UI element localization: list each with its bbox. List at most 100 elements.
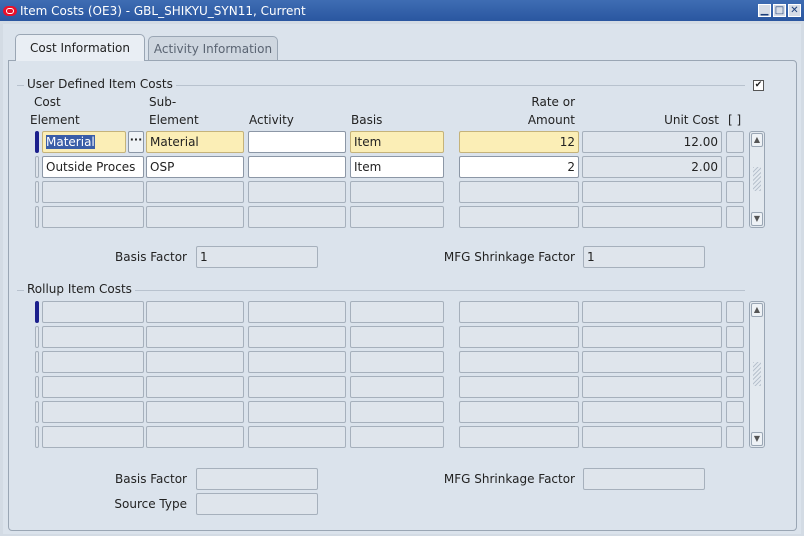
rollup-sub-element-field (146, 376, 244, 398)
rate-amount-field[interactable]: 12 (459, 131, 579, 153)
rollup-basis-factor-label: Basis Factor (115, 472, 187, 486)
header-sub-element-1: Sub- (149, 95, 177, 109)
lov-ellipsis-button[interactable]: ··· (128, 131, 144, 153)
rollup-flag-field (726, 326, 744, 348)
rollup-flag-field (726, 376, 744, 398)
tab-cost-information[interactable]: Cost Information (15, 34, 145, 61)
scroll-grip-icon[interactable] (753, 167, 761, 191)
header-activity: Activity (249, 113, 294, 127)
scroll-down-icon[interactable]: ▼ (751, 212, 763, 226)
flag-field[interactable] (726, 131, 744, 153)
rollup-cost-element-field (42, 426, 144, 448)
row-marker[interactable] (35, 351, 39, 373)
header-rate-2: Amount (527, 113, 575, 127)
rollup-rate-field (459, 326, 579, 348)
activity-field[interactable] (248, 131, 346, 153)
mfg-shrinkage-field: 1 (583, 246, 705, 268)
rollup-unit-cost-field (582, 401, 722, 423)
rollup-cost-element-field (42, 351, 144, 373)
rollup-unit-cost-field (582, 376, 722, 398)
row-marker[interactable] (35, 156, 39, 178)
row-marker[interactable] (35, 206, 39, 228)
basis-field[interactable] (350, 206, 444, 228)
unit-cost-field (582, 181, 722, 203)
row-marker[interactable] (35, 426, 39, 448)
basis-field[interactable]: Item (350, 156, 444, 178)
rollup-activity-field (248, 301, 346, 323)
header-unit-cost: Unit Cost (664, 113, 719, 127)
maximize-icon[interactable]: □ (773, 4, 786, 17)
cost-information-panel: User Defined Item Costs ✔ Cost Element S… (8, 60, 797, 531)
sub-element-field[interactable]: Material (146, 131, 244, 153)
unit-cost-field: 2.00 (582, 156, 722, 178)
minimize-icon[interactable]: ▁ (758, 4, 771, 17)
rollup-unit-cost-field (582, 301, 722, 323)
row-marker[interactable] (35, 376, 39, 398)
row-marker[interactable] (35, 326, 39, 348)
rollup-basis-field (350, 301, 444, 323)
source-type-field (196, 493, 318, 515)
cost-element-field[interactable] (42, 206, 144, 228)
flag-field[interactable] (726, 181, 744, 203)
scroll-up-icon[interactable]: ▲ (751, 133, 763, 147)
oracle-logo-icon (3, 5, 17, 16)
rollup-sub-element-field (146, 401, 244, 423)
rollup-rate-field (459, 301, 579, 323)
basis-field[interactable]: Item (350, 131, 444, 153)
row-marker-current[interactable] (35, 131, 39, 153)
row-marker-current[interactable] (35, 301, 39, 323)
sub-element-field[interactable] (146, 206, 244, 228)
tab-activity-information[interactable]: Activity Information (148, 36, 278, 60)
header-flag: [ ] (728, 113, 742, 127)
basis-factor-label: Basis Factor (115, 250, 187, 264)
rollup-basis-field (350, 376, 444, 398)
window-title: Item Costs (OE3) - GBL_SHIKYU_SYN11, Cur… (20, 3, 306, 18)
row-marker[interactable] (35, 401, 39, 423)
sub-element-field[interactable] (146, 181, 244, 203)
header-sub-element-2: Element (149, 113, 199, 127)
close-icon[interactable]: ✕ (788, 4, 801, 17)
cost-element-field[interactable]: Outside Proces (42, 156, 144, 178)
rollup-unit-cost-field (582, 326, 722, 348)
activity-field[interactable] (248, 156, 346, 178)
rollup-sub-element-field (146, 301, 244, 323)
rollup-sub-element-field (146, 326, 244, 348)
header-cost-element-2: Element (30, 113, 80, 127)
rollup-mfg-shrinkage-field (583, 468, 705, 490)
rollup-activity-field (248, 376, 346, 398)
flag-field[interactable] (726, 206, 744, 228)
basis-factor-field: 1 (196, 246, 318, 268)
activity-field[interactable] (248, 206, 346, 228)
cost-element-value: Material (46, 135, 95, 149)
header-cost-element-1: Cost (34, 95, 61, 109)
cost-element-field[interactable] (42, 181, 144, 203)
rollup-rate-field (459, 401, 579, 423)
rollup-basis-field (350, 351, 444, 373)
flag-field[interactable] (726, 156, 744, 178)
rollup-sub-element-field (146, 426, 244, 448)
scroll-down-icon[interactable]: ▼ (751, 432, 763, 446)
basis-field[interactable] (350, 181, 444, 203)
section-label-user-defined: User Defined Item Costs (24, 77, 176, 91)
cost-element-field[interactable]: Material (42, 131, 126, 153)
rollup-cost-element-field (42, 301, 144, 323)
rate-amount-field[interactable]: 2 (459, 156, 579, 178)
user-defined-checkbox[interactable]: ✔ (753, 80, 764, 91)
scroll-grip-icon[interactable] (753, 362, 761, 386)
rollup-flag-field (726, 401, 744, 423)
scroll-up-icon[interactable]: ▲ (751, 303, 763, 317)
rollup-scrollbar[interactable]: ▲ ▼ (749, 301, 765, 448)
rate-amount-field[interactable] (459, 206, 579, 228)
rollup-rate-field (459, 351, 579, 373)
row-marker[interactable] (35, 181, 39, 203)
rollup-rate-field (459, 376, 579, 398)
activity-field[interactable] (248, 181, 346, 203)
rollup-cost-element-field (42, 326, 144, 348)
mfg-shrinkage-label: MFG Shrinkage Factor (443, 250, 575, 264)
rollup-unit-cost-field (582, 426, 722, 448)
rollup-cost-element-field (42, 401, 144, 423)
rollup-mfg-shrinkage-label: MFG Shrinkage Factor (443, 472, 575, 486)
sub-element-field[interactable]: OSP (146, 156, 244, 178)
rate-amount-field[interactable] (459, 181, 579, 203)
user-defined-scrollbar[interactable]: ▲ ▼ (749, 131, 765, 228)
